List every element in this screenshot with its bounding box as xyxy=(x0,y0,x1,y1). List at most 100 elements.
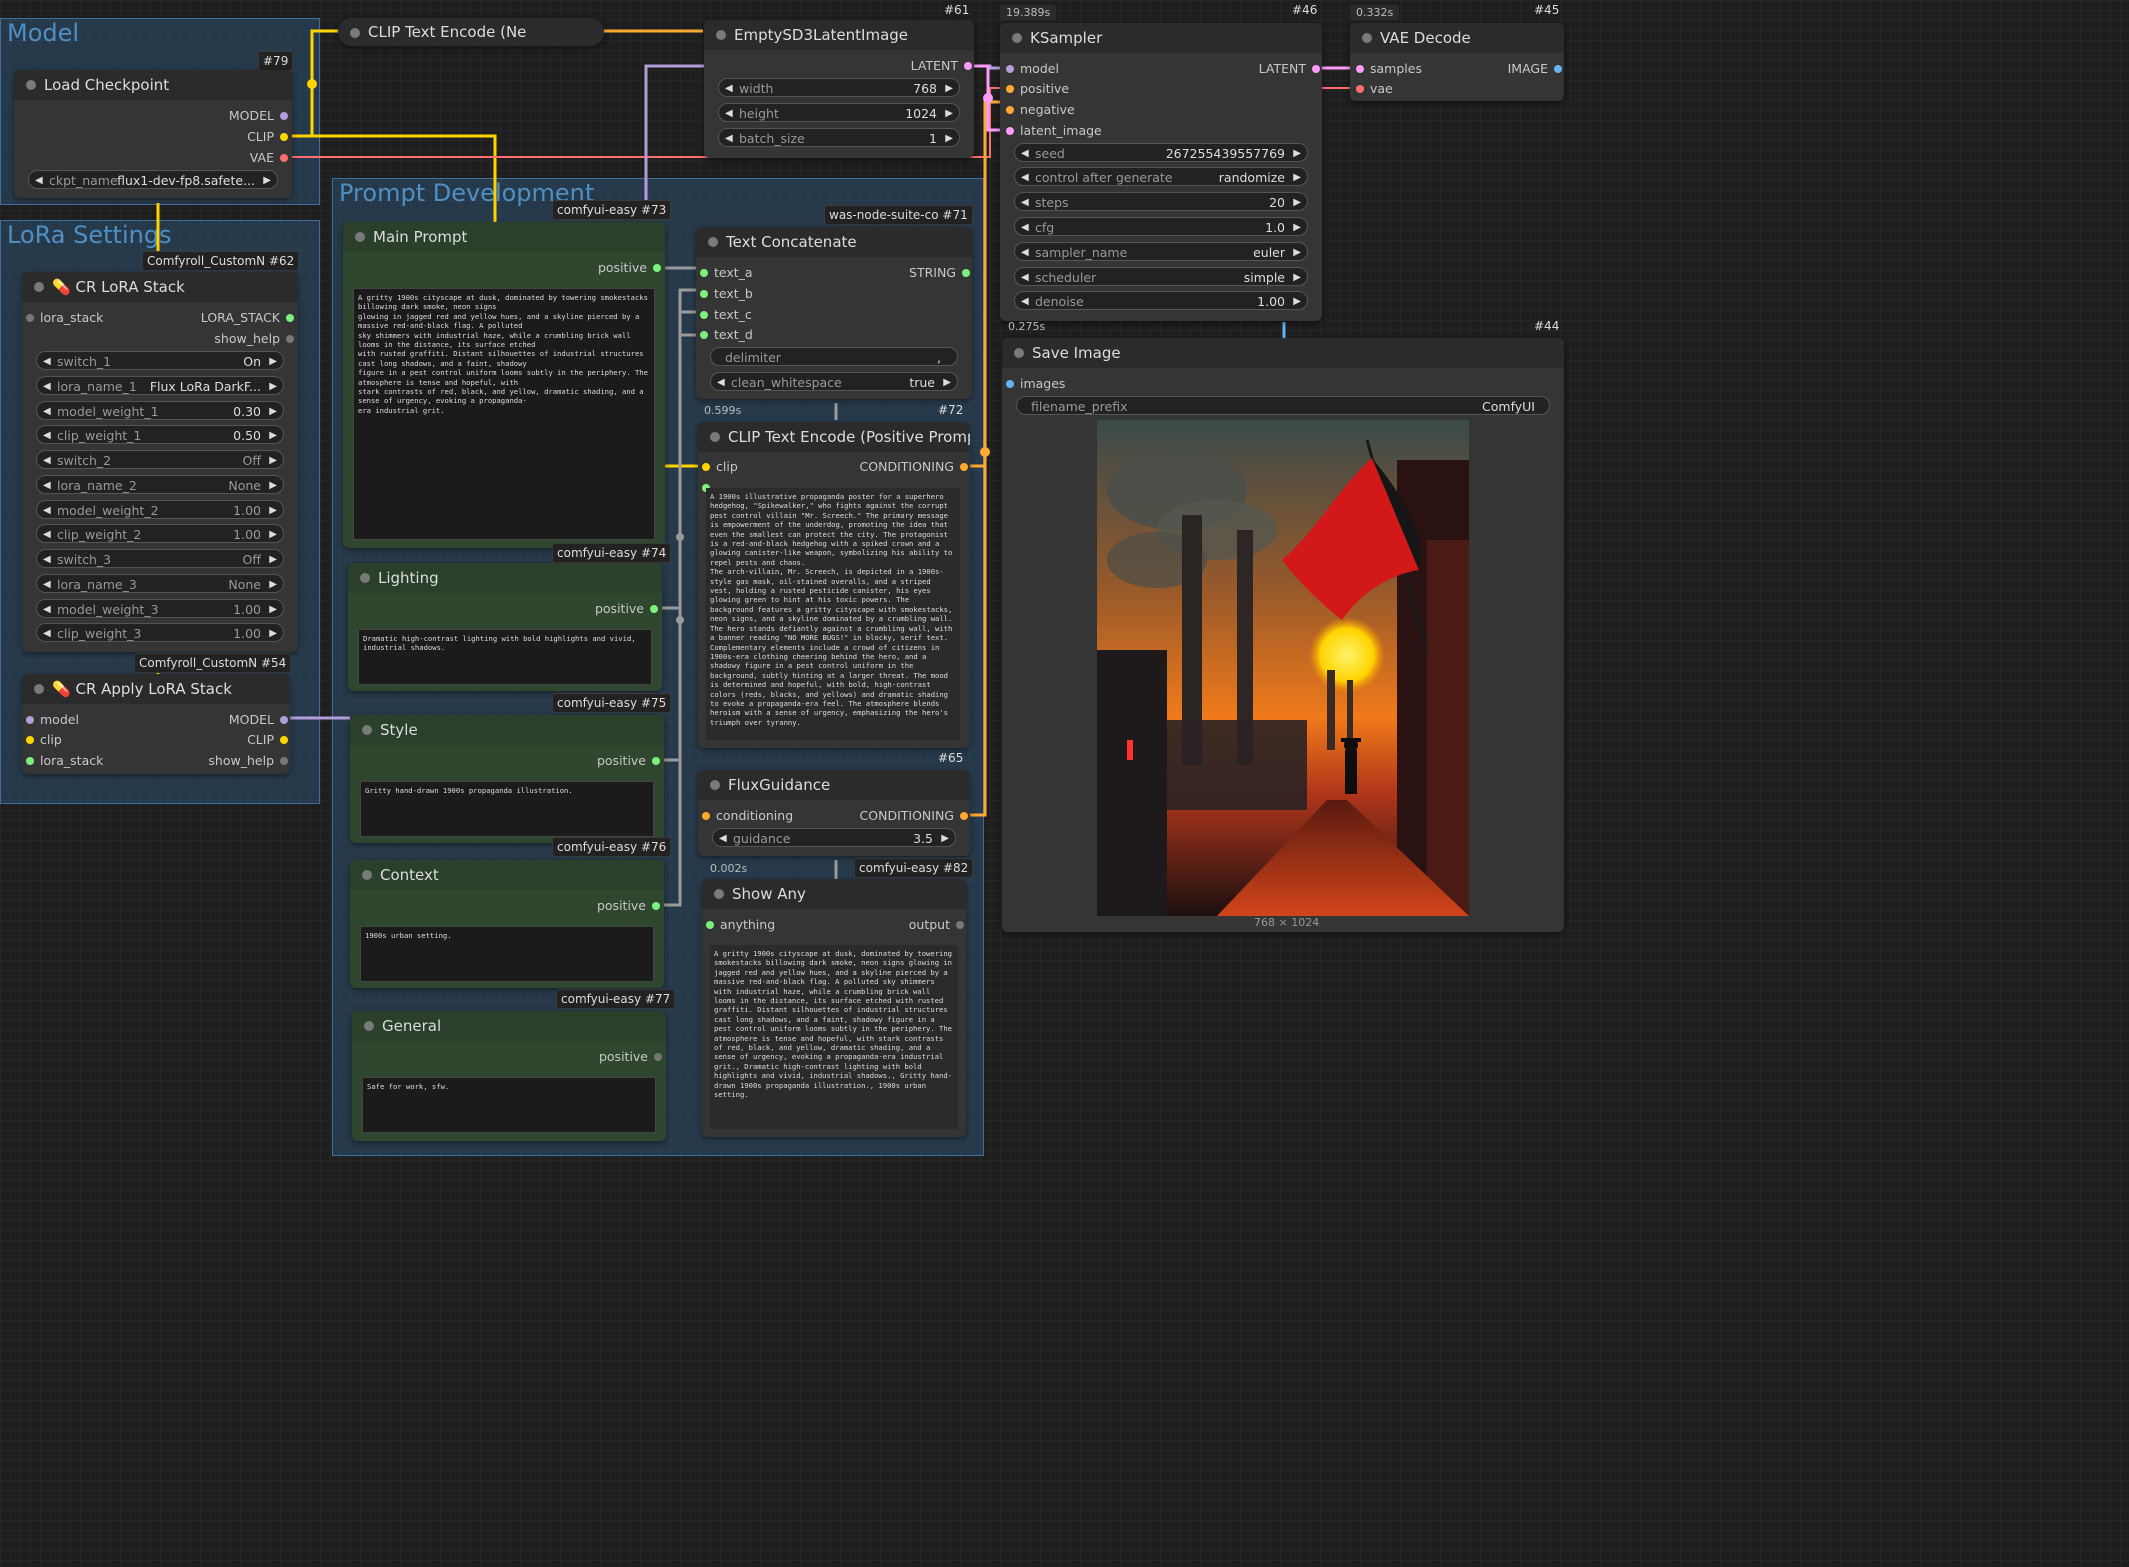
collapse-dot-icon[interactable] xyxy=(355,232,365,242)
output-show-help[interactable]: show_help xyxy=(208,753,288,769)
input-positive[interactable]: positive xyxy=(1006,81,1069,97)
arrow-right-icon[interactable]: ▶ xyxy=(1293,292,1301,311)
collapse-dot-icon[interactable] xyxy=(364,1021,374,1031)
collapse-dot-icon[interactable] xyxy=(716,30,726,40)
collapse-dot-icon[interactable] xyxy=(360,573,370,583)
input-lora-stack[interactable]: lora_stack xyxy=(26,310,103,326)
prompt-textarea[interactable]: Dramatic high-contrast lighting with bol… xyxy=(358,629,652,685)
node-title[interactable]: Main Prompt xyxy=(343,222,665,252)
collapse-dot-icon[interactable] xyxy=(1012,33,1022,43)
input-model[interactable]: model xyxy=(26,712,79,728)
clip-weight-3-widget[interactable]: ◀ clip_weight_3 1.00 ▶ xyxy=(36,623,284,642)
arrow-right-icon[interactable]: ▶ xyxy=(269,402,277,421)
arrow-left-icon[interactable]: ◀ xyxy=(725,79,733,98)
node-title[interactable]: VAE Decode xyxy=(1350,23,1564,53)
lora-name-2-widget[interactable]: ◀ lora_name_2 None ▶ xyxy=(36,475,284,494)
output-latent[interactable]: LATENT xyxy=(911,58,972,74)
arrow-left-icon[interactable]: ◀ xyxy=(43,426,51,445)
arrow-left-icon[interactable]: ◀ xyxy=(717,373,725,392)
ckpt-name-combo[interactable]: ◀ ckpt_name flux1-dev-fp8.safete... ▶ xyxy=(28,170,278,189)
denoise-widget[interactable]: ◀ denoise 1.00 ▶ xyxy=(1014,291,1308,310)
node-text-concatenate[interactable]: Text Concatenate text_a text_b text_c te… xyxy=(696,227,972,399)
arrow-left-icon[interactable]: ◀ xyxy=(1021,193,1029,212)
collapse-dot-icon[interactable] xyxy=(1014,348,1024,358)
sampler-name-widget[interactable]: ◀ sampler_name euler ▶ xyxy=(1014,242,1308,261)
arrow-left-icon[interactable]: ◀ xyxy=(43,525,51,544)
arrow-left-icon[interactable]: ◀ xyxy=(1021,292,1029,311)
output-vae[interactable]: VAE xyxy=(250,150,288,166)
arrow-right-icon[interactable]: ▶ xyxy=(1293,168,1301,187)
collapse-dot-icon[interactable] xyxy=(714,889,724,899)
input-conditioning[interactable]: conditioning xyxy=(702,808,793,824)
arrow-right-icon[interactable]: ▶ xyxy=(269,550,277,569)
arrow-right-icon[interactable]: ▶ xyxy=(269,575,277,594)
collapse-dot-icon[interactable] xyxy=(708,237,718,247)
arrow-right-icon[interactable]: ▶ xyxy=(945,129,953,148)
switch-1-widget[interactable]: ◀ switch_1 On ▶ xyxy=(36,351,284,370)
arrow-left-icon[interactable]: ◀ xyxy=(43,575,51,594)
arrow-right-icon[interactable]: ▶ xyxy=(941,829,949,848)
node-load-checkpoint[interactable]: Load Checkpoint MODEL CLIP VAE ◀ ckpt_na… xyxy=(14,70,292,198)
node-title[interactable]: KSampler xyxy=(1000,23,1322,53)
input-latent-image[interactable]: latent_image xyxy=(1006,123,1102,139)
clip-weight-2-widget[interactable]: ◀ clip_weight_2 1.00 ▶ xyxy=(36,524,284,543)
arrow-right-icon[interactable]: ▶ xyxy=(269,600,277,619)
steps-widget[interactable]: ◀ steps 20 ▶ xyxy=(1014,192,1308,211)
arrow-left-icon[interactable]: ◀ xyxy=(43,451,51,470)
output-output[interactable]: output xyxy=(909,917,964,933)
collapse-dot-icon[interactable] xyxy=(710,432,720,442)
switch-2-widget[interactable]: ◀ switch_2 Off ▶ xyxy=(36,450,284,469)
collapse-dot-icon[interactable] xyxy=(362,870,372,880)
batch-size-number-widget[interactable]: ◀ batch_size 1 ▶ xyxy=(718,128,960,147)
output-conditioning[interactable]: CONDITIONING xyxy=(860,808,968,824)
node-general[interactable]: General positive Safe for work, sfw. xyxy=(352,1011,666,1141)
node-style[interactable]: Style positive Gritty hand-drawn 1900s p… xyxy=(350,715,664,843)
arrow-right-icon[interactable]: ▶ xyxy=(269,451,277,470)
node-title[interactable]: 💊 CR LoRA Stack xyxy=(22,272,298,302)
lora-name-1-widget[interactable]: ◀ lora_name_1 Flux LoRa DarkF... ▶ xyxy=(36,376,284,395)
generated-image-preview[interactable] xyxy=(1097,420,1469,916)
node-title[interactable]: FluxGuidance xyxy=(698,770,970,800)
input-model[interactable]: model xyxy=(1006,61,1059,77)
scheduler-widget[interactable]: ◀ scheduler simple ▶ xyxy=(1014,267,1308,286)
output-model[interactable]: MODEL xyxy=(229,108,288,124)
arrow-left-icon[interactable]: ◀ xyxy=(1021,168,1029,187)
output-model[interactable]: MODEL xyxy=(229,712,288,728)
node-title[interactable]: CLIP Text Encode (Ne xyxy=(338,18,604,46)
node-title[interactable]: Load Checkpoint xyxy=(14,70,292,100)
input-images[interactable]: images xyxy=(1006,376,1065,392)
delimiter-text-widget[interactable]: delimiter , xyxy=(710,347,958,366)
input-samples[interactable]: samples xyxy=(1356,61,1422,77)
arrow-right-icon[interactable]: ▶ xyxy=(943,373,951,392)
arrow-right-icon[interactable]: ▶ xyxy=(1293,268,1301,287)
collapse-dot-icon[interactable] xyxy=(34,282,44,292)
node-title[interactable]: Text Concatenate xyxy=(696,227,972,257)
arrow-left-icon[interactable]: ◀ xyxy=(43,501,51,520)
output-latent[interactable]: LATENT xyxy=(1259,61,1320,77)
arrow-left-icon[interactable]: ◀ xyxy=(719,829,727,848)
output-conditioning[interactable]: CONDITIONING xyxy=(860,459,968,475)
seed-widget[interactable]: ◀ seed 267255439557769 ▶ xyxy=(1014,143,1308,162)
node-cr-lora-stack[interactable]: 💊 CR LoRA Stack lora_stack LORA_STACK sh… xyxy=(22,272,298,652)
arrow-left-icon[interactable]: ◀ xyxy=(43,624,51,643)
node-ksampler[interactable]: KSampler model positive negative latent_… xyxy=(1000,23,1322,321)
output-positive[interactable]: positive xyxy=(597,898,660,914)
arrow-right-icon[interactable]: ▶ xyxy=(269,525,277,544)
collapse-dot-icon[interactable] xyxy=(34,684,44,694)
output-lora-stack[interactable]: LORA_STACK xyxy=(201,310,294,326)
collapse-dot-icon[interactable] xyxy=(350,28,360,38)
node-title[interactable]: Lighting xyxy=(348,563,662,593)
prompt-textarea[interactable]: A 1900s illustrative propaganda poster f… xyxy=(706,488,960,740)
prompt-textarea[interactable]: 1900s urban setting. xyxy=(360,926,654,982)
input-anything[interactable]: anything xyxy=(706,917,775,933)
input-text-a[interactable]: text_a xyxy=(700,265,753,281)
arrow-right-icon[interactable]: ▶ xyxy=(269,501,277,520)
arrow-left-icon[interactable]: ◀ xyxy=(43,402,51,421)
node-cr-apply-lora-stack[interactable]: 💊 CR Apply LoRA Stack model clip lora_st… xyxy=(22,674,290,774)
collapse-dot-icon[interactable] xyxy=(26,80,36,90)
arrow-left-icon[interactable]: ◀ xyxy=(725,104,733,123)
collapse-dot-icon[interactable] xyxy=(1362,33,1372,43)
node-title[interactable]: Show Any xyxy=(702,879,966,909)
arrow-left-icon[interactable]: ◀ xyxy=(43,377,51,396)
node-title[interactable]: Save Image xyxy=(1002,338,1564,368)
